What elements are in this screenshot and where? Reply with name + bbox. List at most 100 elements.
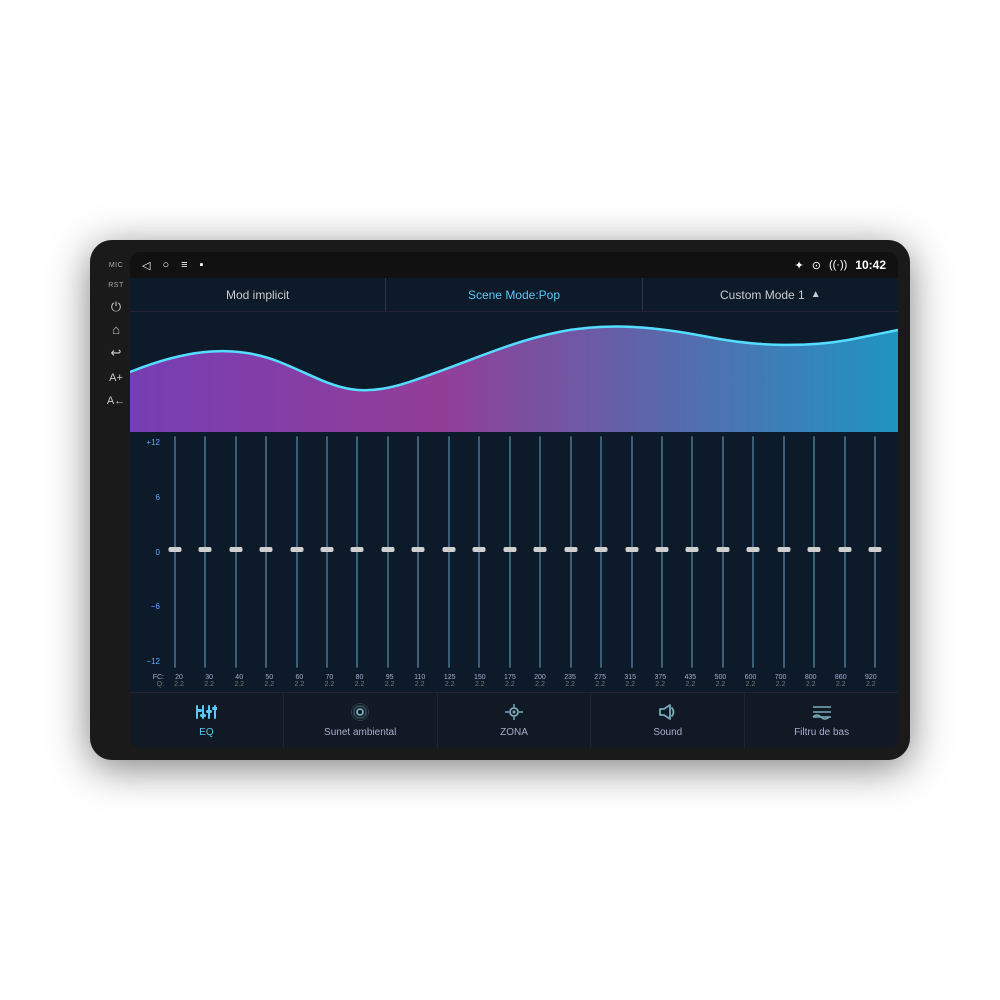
- slider-track-30[interactable]: [204, 436, 206, 668]
- q-value-30: 2.2: [194, 681, 224, 688]
- slider-track-700[interactable]: [783, 436, 785, 668]
- nav-label-ambient: Sunet ambiental: [324, 727, 396, 738]
- slider-track-150[interactable]: [478, 436, 480, 668]
- q-value-500: 2.2: [705, 681, 735, 688]
- slider-thumb-235[interactable]: [564, 547, 577, 552]
- slider-track-95[interactable]: [387, 436, 389, 668]
- freq-label-500: 5002.2: [705, 674, 735, 688]
- fc-value-920: 920: [856, 674, 886, 681]
- slider-thumb-80[interactable]: [351, 547, 364, 552]
- zona-icon: [503, 703, 525, 724]
- tab-mod-implicit[interactable]: Mod implicit: [130, 278, 386, 311]
- nav-item-filtru[interactable]: Filtru de bas: [745, 693, 898, 748]
- slider-thumb-920[interactable]: [869, 547, 882, 552]
- slider-thumb-800[interactable]: [808, 547, 821, 552]
- slider-track-600[interactable]: [752, 436, 754, 668]
- slider-thumb-30[interactable]: [199, 547, 212, 552]
- slider-thumb-315[interactable]: [625, 547, 638, 552]
- power-button[interactable]: ⏻: [111, 300, 121, 313]
- slider-thumb-275[interactable]: [595, 547, 608, 552]
- slider-thumb-175[interactable]: [503, 547, 516, 552]
- slider-col-175: [495, 436, 524, 668]
- recent-nav-icon[interactable]: ▪: [200, 259, 204, 271]
- slider-track-20[interactable]: [174, 436, 176, 668]
- slider-col-70: [312, 436, 341, 668]
- slider-track-80[interactable]: [356, 436, 358, 668]
- slider-thumb-95[interactable]: [381, 547, 394, 552]
- slider-col-375: [647, 436, 676, 668]
- nav-item-eq[interactable]: EQ: [130, 693, 284, 748]
- q-value-800: 2.2: [796, 681, 826, 688]
- tab-custom-mode[interactable]: Custom Mode 1 ▲: [643, 278, 898, 311]
- slider-track-60[interactable]: [296, 436, 298, 668]
- fc-value-435: 435: [675, 674, 705, 681]
- nav-item-zona[interactable]: ZONA: [438, 693, 592, 748]
- custom-mode-arrow-icon: ▲: [811, 289, 821, 300]
- slider-track-500[interactable]: [722, 436, 724, 668]
- slider-track-920[interactable]: [874, 436, 876, 668]
- slider-thumb-40[interactable]: [229, 547, 242, 552]
- home-button[interactable]: ⌂: [112, 323, 120, 336]
- slider-track-70[interactable]: [326, 436, 328, 668]
- slider-thumb-200[interactable]: [534, 547, 547, 552]
- home-nav-icon[interactable]: ○: [162, 259, 169, 271]
- tab-scene-mode[interactable]: Scene Mode:Pop: [386, 278, 642, 311]
- freq-label-175: 1752.2: [495, 674, 525, 688]
- mic-label: MIC: [109, 260, 123, 270]
- slider-thumb-600[interactable]: [747, 547, 760, 552]
- freq-label-700: 7002.2: [766, 674, 796, 688]
- volume-down-button[interactable]: A←: [107, 396, 125, 407]
- sliders-row: [160, 432, 890, 672]
- status-nav-buttons: ◁ ○ ≡ ▪: [142, 259, 203, 272]
- fc-value-860: 860: [826, 674, 856, 681]
- wifi-icon: ((·)): [829, 259, 847, 271]
- freq-label-375: 3752.2: [645, 674, 675, 688]
- slider-track-175[interactable]: [509, 436, 511, 668]
- slider-track-375[interactable]: [661, 436, 663, 668]
- back-nav-icon[interactable]: ◁: [142, 259, 150, 272]
- slider-thumb-500[interactable]: [716, 547, 729, 552]
- freq-label-50: 502.2: [254, 674, 284, 688]
- slider-thumb-50[interactable]: [260, 547, 273, 552]
- slider-col-275: [586, 436, 615, 668]
- back-button[interactable]: ↩: [111, 346, 122, 359]
- eq-sliders-container: +12 6 0 −6 −12 FC:Q: 202.2302.2402.2502.…: [130, 432, 898, 692]
- freq-label-800: 8002.2: [796, 674, 826, 688]
- slider-thumb-20[interactable]: [168, 547, 181, 552]
- fc-value-600: 600: [735, 674, 765, 681]
- slider-track-110[interactable]: [417, 436, 419, 668]
- slider-track-200[interactable]: [539, 436, 541, 668]
- slider-track-435[interactable]: [691, 436, 693, 668]
- slider-thumb-435[interactable]: [686, 547, 699, 552]
- slider-track-315[interactable]: [631, 436, 633, 668]
- slider-col-235: [556, 436, 585, 668]
- side-buttons-panel: MIC RST ⏻ ⌂ ↩ A+ A←: [102, 252, 130, 748]
- q-value-95: 2.2: [375, 681, 405, 688]
- slider-thumb-70[interactable]: [320, 547, 333, 552]
- slider-track-40[interactable]: [235, 436, 237, 668]
- freq-label-70: 702.2: [314, 674, 344, 688]
- slider-thumb-150[interactable]: [473, 547, 486, 552]
- slider-track-125[interactable]: [448, 436, 450, 668]
- fc-value-175: 175: [495, 674, 525, 681]
- slider-track-235[interactable]: [570, 436, 572, 668]
- device: MIC RST ⏻ ⌂ ↩ A+ A← ◁ ○ ≡ ▪ ✦ ⊙ ((·)) 10…: [90, 240, 910, 760]
- slider-thumb-125[interactable]: [442, 547, 455, 552]
- slider-thumb-60[interactable]: [290, 547, 303, 552]
- slider-thumb-860[interactable]: [838, 547, 851, 552]
- slider-track-860[interactable]: [844, 436, 846, 668]
- slider-track-275[interactable]: [600, 436, 602, 668]
- nav-item-sound[interactable]: Sound: [591, 693, 745, 748]
- fc-value-95: 95: [375, 674, 405, 681]
- menu-nav-icon[interactable]: ≡: [181, 259, 187, 271]
- volume-up-button[interactable]: A+: [109, 373, 123, 384]
- slider-track-800[interactable]: [813, 436, 815, 668]
- slider-track-50[interactable]: [265, 436, 267, 668]
- freq-label-110: 1102.2: [405, 674, 435, 688]
- slider-thumb-110[interactable]: [412, 547, 425, 552]
- nav-item-ambient[interactable]: Sunet ambiental: [284, 693, 438, 748]
- slider-col-150: [465, 436, 494, 668]
- fc-value-700: 700: [766, 674, 796, 681]
- slider-thumb-375[interactable]: [655, 547, 668, 552]
- slider-thumb-700[interactable]: [777, 547, 790, 552]
